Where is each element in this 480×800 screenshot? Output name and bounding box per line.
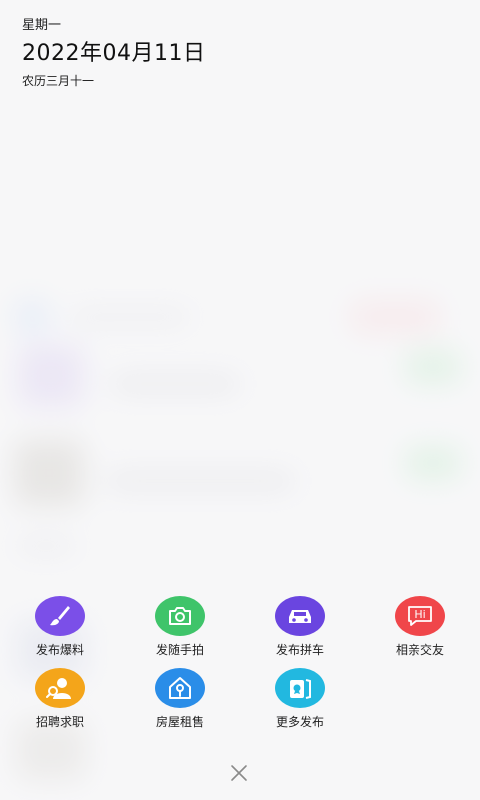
close-icon: [231, 765, 247, 781]
lunar-date-text: 农历三月十一: [22, 74, 95, 88]
publish-qiuzhi-label: 招聘求职: [35, 715, 84, 729]
publish-baoliao-button[interactable]: 发布爆料: [0, 596, 120, 668]
brush-icon: [35, 596, 85, 636]
hi-bubble-icon: Hi: [395, 596, 445, 636]
date-text: 2022年04月11日: [22, 41, 206, 66]
publish-more-label: 更多发布: [275, 715, 324, 729]
publish-jiaoyou-label: 相亲交友: [395, 643, 444, 657]
camera-icon: [155, 596, 205, 636]
car-icon: [275, 596, 325, 636]
publish-menu-row: 发布爆料 发随手拍 发布拼车 Hi 相亲交友: [0, 596, 480, 668]
publish-menu: 发布爆料 发随手拍 发布拼车 Hi 相亲交友 招聘求职 房屋租售 更多发布: [0, 596, 480, 740]
publish-baoliao-label: 发布爆料: [35, 643, 84, 657]
close-button[interactable]: [228, 762, 250, 784]
weekday-text: 星期一: [22, 18, 62, 33]
publish-pinche-label: 发布拼车: [275, 643, 324, 657]
hi-text: Hi: [414, 607, 426, 621]
publish-shoupai-label: 发随手拍: [155, 643, 204, 657]
publish-zushou-label: 房屋租售: [155, 715, 204, 729]
empty-cell: [360, 668, 480, 740]
publish-shoupai-button[interactable]: 发随手拍: [120, 596, 240, 668]
date-header: 星期一 2022年04月11日 农历三月十一: [22, 16, 205, 90]
publish-qiuzhi-button[interactable]: 招聘求职: [0, 668, 120, 740]
house-key-icon: [155, 668, 205, 708]
publish-zushou-button[interactable]: 房屋租售: [120, 668, 240, 740]
publish-menu-row: 招聘求职 房屋租售 更多发布: [0, 668, 480, 740]
publish-more-button[interactable]: 更多发布: [240, 668, 360, 740]
cards-icon: [275, 668, 325, 708]
person-search-icon: [35, 668, 85, 708]
publish-pinche-button[interactable]: 发布拼车: [240, 596, 360, 668]
publish-jiaoyou-button[interactable]: Hi 相亲交友: [360, 596, 480, 668]
